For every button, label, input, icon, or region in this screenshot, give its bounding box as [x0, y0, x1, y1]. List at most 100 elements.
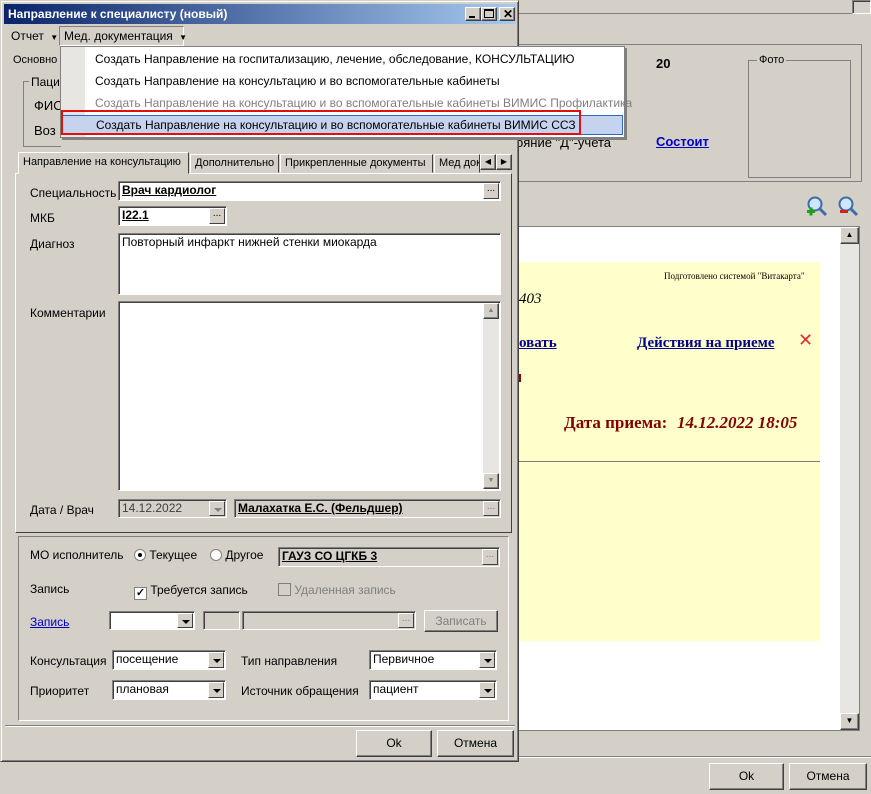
mo-executor-label: МО исполнитель: [30, 548, 124, 562]
comments-label: Комментарии: [30, 306, 106, 320]
comments-scroll-down[interactable]: ▼: [483, 473, 499, 489]
menu-report-label: Отчет: [11, 29, 44, 43]
document-divider: [517, 461, 820, 462]
date-field: 14.12.2022: [118, 499, 227, 518]
menu-item-hospitalization[interactable]: Создать Направление на госпитализацию, л…: [62, 50, 623, 70]
fio-label: ФИО: [34, 98, 64, 113]
bg-value-20: 20: [656, 56, 671, 71]
bg-scroll-stub: [852, 0, 871, 14]
write-record-button: Записать: [424, 610, 498, 632]
chevron-left-icon: ◀: [484, 157, 492, 166]
dialog-ok-button[interactable]: Ok: [356, 730, 432, 757]
radio-other-label: Другое: [225, 548, 264, 562]
tab-med-docs-label: Мед док: [439, 157, 480, 169]
direction-type-select-arrow[interactable]: [479, 652, 495, 668]
source-select-arrow[interactable]: [479, 682, 495, 698]
consultation-label: Консультация: [30, 654, 107, 668]
priority-select-arrow[interactable]: [208, 682, 224, 698]
edit-link[interactable]: овать: [519, 335, 557, 352]
mo-select-button: ...: [482, 549, 498, 565]
priority-label: Приоритет: [30, 684, 90, 698]
bg-cancel-button[interactable]: Отмена: [789, 763, 867, 790]
comments-scrollbar[interactable]: ▲ ▼: [483, 303, 499, 489]
menu-item-consultation[interactable]: Создать Направление на консультацию и во…: [62, 72, 623, 92]
tab-attached-docs[interactable]: Прикрепленные документы: [280, 154, 433, 173]
doc-scroll-up[interactable]: ▲: [840, 227, 859, 244]
record-select[interactable]: [109, 611, 195, 630]
record-time-field: [203, 611, 240, 630]
zoom-in-icon[interactable]: [806, 195, 828, 217]
direction-type-select[interactable]: Первичное: [369, 650, 497, 670]
dialog-cancel-button[interactable]: Отмена: [437, 730, 514, 757]
tab-med-docs[interactable]: Мед док: [434, 154, 480, 173]
date-value: 14.12.2022: [122, 501, 183, 515]
appointment-date-label: Дата приема:: [564, 413, 668, 432]
menu-item-vimis-prevention-label: Создать Направление на консультацию и во…: [95, 96, 633, 110]
consultation-select-arrow[interactable]: [208, 652, 224, 668]
specialty-value: Врач кардиолог: [122, 183, 217, 197]
menu-report[interactable]: Отчет ▼: [7, 28, 62, 46]
comments-scroll-up[interactable]: ▲: [483, 303, 499, 319]
radio-current-label: Текущее: [149, 548, 198, 562]
diagnosis-label: Диагноз: [30, 237, 75, 251]
tab-attached-docs-label: Прикрепленные документы: [285, 157, 426, 169]
doctor-value: Малахатка Е.С. (Фельдшер): [238, 501, 403, 515]
document-page: [517, 262, 820, 641]
radio-checked-icon: [134, 549, 146, 561]
dialog-titlebar[interactable]: Направление к специалисту (новый) ✕: [4, 4, 516, 24]
chevron-down-icon: ▼: [50, 33, 59, 42]
status-link[interactable]: Состоит: [656, 134, 709, 149]
tab-additional[interactable]: Дополнительно: [190, 154, 279, 173]
zoom-out-icon[interactable]: [837, 195, 859, 217]
diagnosis-value: Повторный инфаркт нижней стенки миокарда: [122, 235, 377, 249]
consultation-value: посещение: [116, 652, 179, 666]
maximize-icon: [484, 9, 494, 18]
consultation-select[interactable]: посещение: [112, 650, 226, 670]
mkb-select-button[interactable]: ...: [209, 208, 225, 224]
source-label: Источник обращения: [241, 684, 359, 698]
specialty-select-button[interactable]: ...: [483, 183, 499, 199]
diagnosis-textarea[interactable]: Повторный инфаркт нижней стенки миокарда: [118, 233, 501, 295]
appointment-date-value: 14.12.2022 18:05: [677, 413, 798, 432]
specialty-field[interactable]: Врач кардиолог ...: [118, 181, 501, 201]
chevron-down-icon: ▼: [179, 33, 188, 42]
maximize-button[interactable]: [481, 7, 497, 21]
record-link[interactable]: Запись: [30, 615, 69, 629]
bg-ok-button[interactable]: Ok: [709, 763, 784, 790]
record-select-arrow[interactable]: [177, 613, 193, 628]
minimize-icon: [469, 16, 475, 18]
chevron-right-icon: ▶: [500, 157, 508, 166]
record-slot-field: ...: [242, 611, 416, 630]
tab-scroll-left-button[interactable]: ◀: [480, 154, 496, 170]
tab-scroll-right-button[interactable]: ▶: [496, 154, 512, 170]
menu-med-docs[interactable]: Мед. документация ▼: [59, 26, 188, 46]
requires-record-label: Требуется запись: [150, 583, 248, 597]
menu-med-docs-label: Мед. документация: [64, 29, 173, 43]
photo-frame: [748, 60, 851, 178]
direction-type-value: Первичное: [373, 652, 435, 666]
comments-textarea[interactable]: ▲ ▼: [118, 301, 501, 491]
source-select[interactable]: пациент: [369, 680, 497, 700]
minimize-button[interactable]: [465, 7, 481, 21]
radio-unchecked-icon: [210, 549, 222, 561]
tab-main-partial[interactable]: Основно: [13, 54, 57, 66]
doc-scroll-down[interactable]: ▼: [840, 713, 859, 730]
checkbox-checked-icon: ✓: [134, 587, 147, 600]
tab-additional-label: Дополнительно: [195, 157, 275, 169]
mo-value: ГАУЗ СО ЦГКБ 3: [282, 549, 378, 563]
close-button[interactable]: ✕: [499, 7, 515, 21]
delete-icon[interactable]: ✕: [798, 331, 813, 349]
record-label: Запись: [30, 582, 70, 596]
menu-item-hospitalization-label: Создать Направление на госпитализацию, л…: [95, 52, 575, 66]
dialog-bottom-separator: [5, 725, 515, 727]
date-dropdown-button: [209, 501, 225, 516]
mkb-field[interactable]: I22.1 ...: [118, 206, 227, 226]
direction-type-label: Тип направления: [241, 654, 338, 668]
actions-on-visit-link[interactable]: Действия на приеме: [637, 335, 775, 352]
tab-consultation[interactable]: Направление на консультацию: [18, 152, 189, 174]
radio-current[interactable]: Текущее: [134, 548, 197, 562]
document-scrollbar[interactable]: ▲ ▼: [840, 227, 859, 730]
requires-record-checkbox[interactable]: ✓ Требуется запись: [134, 583, 248, 600]
radio-other[interactable]: Другое: [210, 548, 263, 562]
priority-select[interactable]: плановая: [112, 680, 226, 700]
